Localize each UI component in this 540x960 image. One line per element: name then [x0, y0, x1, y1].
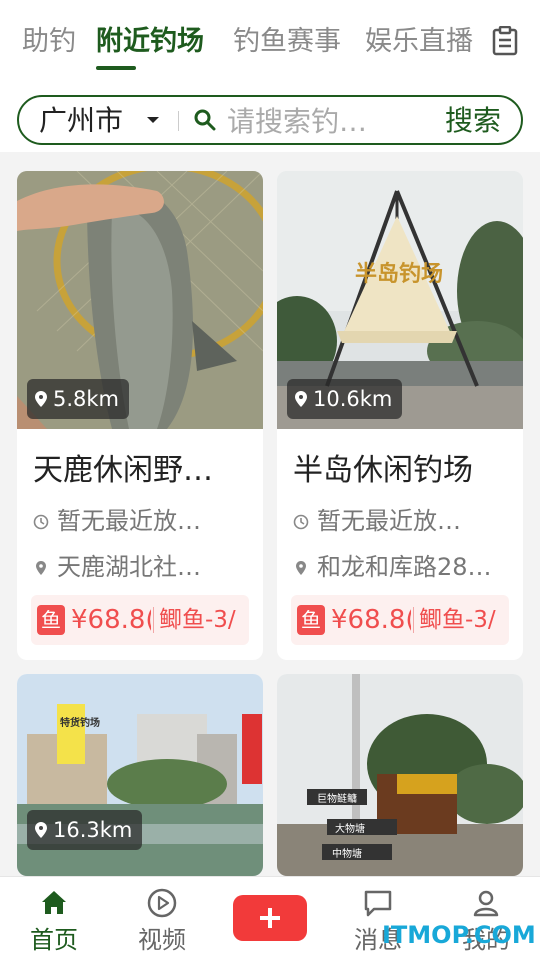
chat-bubble-icon	[364, 890, 392, 917]
location-pin-icon	[296, 561, 306, 575]
tab-competitions[interactable]: 钓鱼赛事	[233, 24, 341, 60]
distance-badge: 5.8km	[27, 379, 130, 419]
spot-photo: 半岛钓场 10.6km	[277, 171, 523, 429]
search-input[interactable]	[227, 103, 397, 139]
chevron-down-icon[interactable]	[147, 117, 159, 123]
spot-photo: 特货钓场 16.3km	[17, 674, 263, 876]
tab-nearby-spots[interactable]: 附近钓场	[96, 24, 204, 60]
tab-assist[interactable]: 助钓	[22, 24, 76, 60]
active-tab-indicator	[96, 66, 136, 70]
spot-card[interactable]: 5.8km 天鹿休闲野… 暂无最近放… 天鹿湖北社… 鱼 ¥68.8( 鲫鱼-3…	[17, 171, 263, 660]
spot-title: 天鹿休闲野…	[33, 453, 213, 488]
search-bar: 广州市 搜索	[17, 95, 523, 145]
distance-badge: 10.6km	[287, 379, 403, 419]
category-tabs: 助钓 附近钓场 钓鱼赛事 娱乐直播	[0, 18, 540, 74]
play-circle-icon	[147, 888, 177, 918]
fish-description: 鲫鱼-3/	[419, 607, 496, 633]
search-divider	[178, 111, 179, 131]
nav-video[interactable]: 视频	[122, 887, 202, 957]
location-pin-icon	[295, 391, 307, 407]
release-info: 暂无最近放…	[33, 505, 255, 537]
clock-icon	[293, 514, 309, 530]
user-icon	[473, 890, 499, 917]
city-selector[interactable]: 广州市	[39, 105, 123, 137]
price-tag: 鱼 ¥68.8( 鲫鱼-3/	[31, 595, 249, 645]
location-pin-icon	[35, 822, 47, 838]
search-icon	[194, 109, 216, 131]
location-pin-icon	[36, 561, 46, 575]
spot-photo: 5.8km	[17, 171, 263, 429]
spot-photo: 巨物鲢鳙 大物塘 中物塘	[277, 674, 523, 876]
clock-icon	[33, 514, 49, 530]
spot-title: 半岛休闲钓场	[293, 453, 473, 488]
sign-text: 特货钓场	[60, 716, 100, 729]
home-icon	[42, 891, 66, 914]
address-info: 天鹿湖北社…	[33, 551, 255, 583]
distance-text: 16.3km	[53, 818, 133, 842]
distance-badge: 16.3km	[27, 810, 143, 850]
watermark: ITMOP.COM	[382, 921, 536, 949]
release-info: 暂无最近放…	[293, 505, 515, 537]
search-button[interactable]: 搜索	[445, 103, 501, 139]
sign-text: 巨物鲢鳙	[317, 792, 357, 805]
spot-card[interactable]: 半岛钓场 10.6km 半岛休闲钓场 暂无最近放… 和龙和库路28… 鱼 ¥68…	[277, 171, 523, 660]
price-tag: 鱼 ¥68.8( 鲫鱼-3/	[291, 595, 509, 645]
price-divider	[153, 607, 154, 633]
fish-tag-badge: 鱼	[37, 605, 65, 635]
price-text: ¥68.8(	[71, 605, 151, 635]
tab-live[interactable]: 娱乐直播	[365, 24, 473, 60]
address-info: 和龙和库路28…	[293, 551, 515, 583]
location-pin-icon	[35, 391, 47, 407]
distance-text: 5.8km	[53, 387, 120, 411]
fish-tag-badge: 鱼	[297, 605, 325, 635]
sign-text: 半岛钓场	[355, 261, 443, 287]
spot-card[interactable]: 特货钓场 16.3km	[17, 674, 263, 876]
fish-description: 鲫鱼-3/	[159, 607, 236, 633]
clipboard-icon[interactable]	[491, 26, 519, 56]
distance-text: 10.6km	[313, 387, 393, 411]
add-post-button[interactable]	[233, 895, 307, 941]
top-bar: 助钓 附近钓场 钓鱼赛事 娱乐直播 广州市 搜索	[0, 0, 540, 152]
sign-text: 大物塘	[335, 822, 365, 835]
price-divider	[413, 607, 414, 633]
sign-text: 中物塘	[332, 847, 362, 860]
nav-home[interactable]: 首页	[14, 887, 94, 957]
price-text: ¥68.8(	[331, 605, 411, 635]
spot-card[interactable]: 巨物鲢鳙 大物塘 中物塘	[277, 674, 523, 876]
